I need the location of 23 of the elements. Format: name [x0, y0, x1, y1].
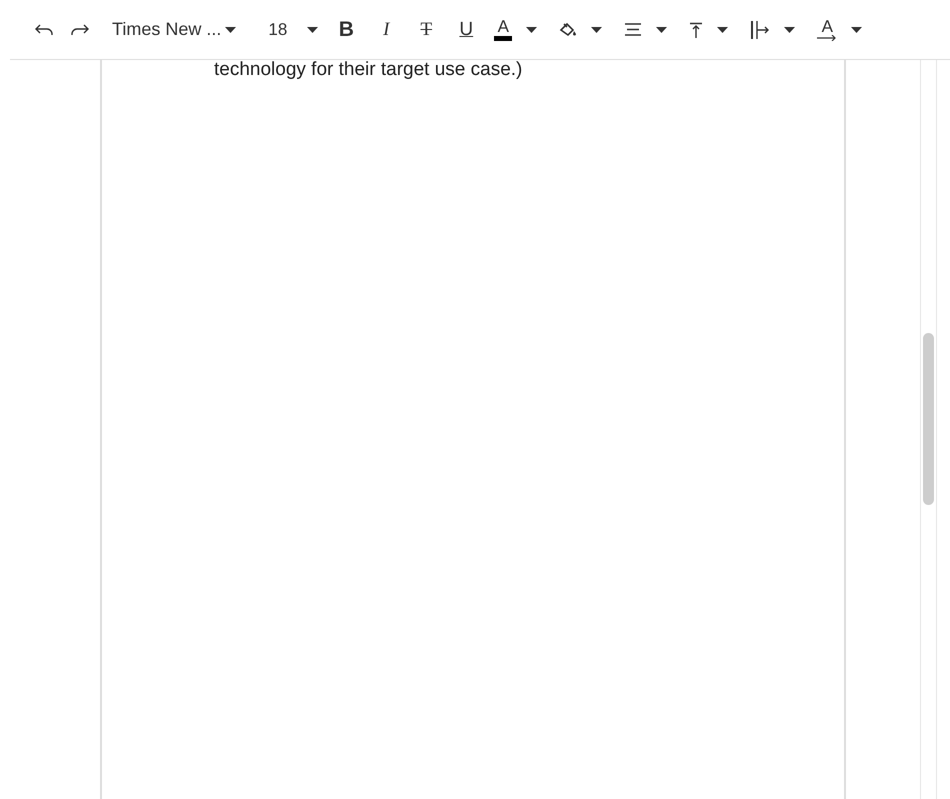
bold-button[interactable]: B — [334, 14, 358, 46]
underline-button[interactable]: U — [454, 14, 478, 46]
text-direction-button[interactable]: A — [817, 14, 862, 46]
strikethrough-button[interactable]: T — [414, 14, 438, 46]
indent-arrow-icon — [750, 20, 770, 40]
caret-icon — [225, 26, 236, 32]
redo-icon — [70, 24, 90, 36]
paint-bucket-icon — [559, 22, 578, 38]
caret-icon — [656, 26, 668, 32]
caret-icon — [307, 26, 318, 32]
caret-icon — [851, 26, 862, 32]
paragraph-text: technology for their target use case.) — [214, 60, 524, 80]
caret-icon — [717, 26, 728, 32]
caret-icon — [784, 26, 796, 32]
font-color-button[interactable]: A — [494, 14, 538, 46]
font-family-dropdown[interactable]: Times New ... — [112, 14, 236, 46]
caret-icon — [526, 26, 538, 32]
align-top-icon — [689, 22, 704, 38]
align-center-icon — [624, 23, 642, 36]
caret-icon — [591, 26, 602, 32]
italic-button[interactable]: I — [374, 14, 398, 46]
undo-icon — [34, 24, 54, 36]
font-size-dropdown[interactable]: 18 — [268, 14, 318, 46]
